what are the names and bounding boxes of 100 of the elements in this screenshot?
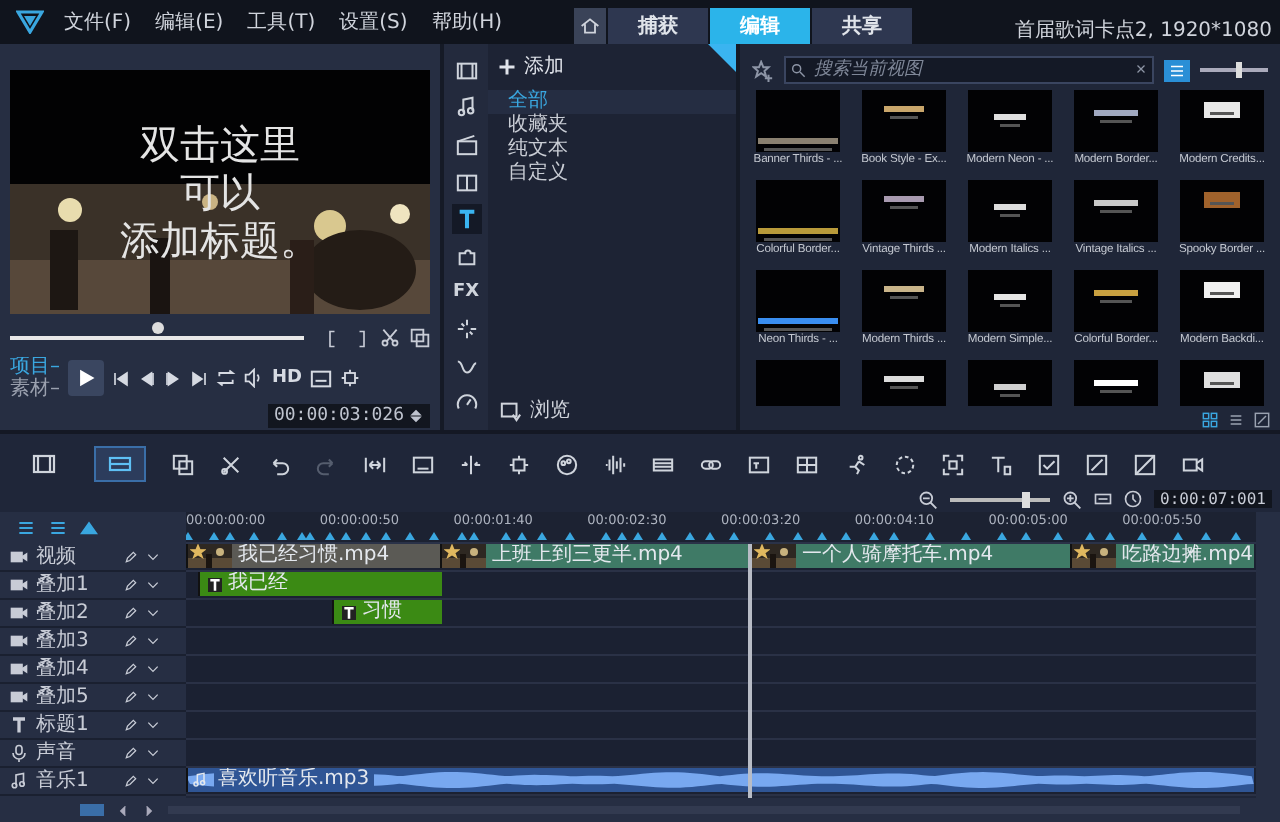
search-field[interactable]: 搜索当前视图 xyxy=(784,56,1154,84)
clip[interactable]: 我已经 xyxy=(197,572,442,596)
clip[interactable]: 上班上到三更半.mp4 xyxy=(439,544,752,568)
track-icon xyxy=(10,604,28,622)
track-manager-icon[interactable] xyxy=(16,518,36,538)
view-button[interactable] xyxy=(1226,410,1246,430)
library-tab[interactable] xyxy=(451,204,481,235)
clip[interactable]: 习惯 xyxy=(331,600,442,624)
resize-icon[interactable] xyxy=(310,367,333,389)
go-to-start-icon[interactable] xyxy=(112,369,130,387)
browse-button[interactable]: 浏览 xyxy=(488,396,736,430)
project-info: 首届歌词卡点2, 1920*1080 xyxy=(1014,17,1272,44)
timecode-field[interactable]: 00:00:03:026 xyxy=(267,404,430,428)
menu-item[interactable]: 设置(S) xyxy=(339,8,408,36)
caption-icon[interactable] xyxy=(412,453,435,475)
home-icon[interactable] xyxy=(580,16,601,36)
corner-icon[interactable] xyxy=(708,44,736,72)
fx-tab[interactable]: FX xyxy=(448,278,484,307)
title-icon xyxy=(455,208,477,231)
menu-item[interactable]: 工具(T) xyxy=(247,8,316,36)
grid-icon[interactable] xyxy=(796,453,819,475)
crop-icon[interactable] xyxy=(508,453,531,475)
tab[interactable]: 捕获 xyxy=(608,8,709,44)
go-to-end-icon[interactable] xyxy=(190,369,208,387)
camera-icon[interactable] xyxy=(1181,453,1204,475)
track-icon xyxy=(10,632,28,650)
fit-icon[interactable] xyxy=(364,453,387,475)
previous-frame-icon[interactable] xyxy=(138,369,156,387)
scroll-left-icon[interactable] xyxy=(116,803,130,817)
undo-icon[interactable] xyxy=(268,453,291,475)
zoom-in-icon[interactable] xyxy=(1062,489,1083,509)
track-button[interactable] xyxy=(80,804,104,816)
view-mode-button[interactable] xyxy=(94,446,147,482)
waveform-icon[interactable] xyxy=(604,453,627,475)
view-button[interactable] xyxy=(1252,410,1272,430)
sparkle-icon xyxy=(455,317,477,340)
scissors-icon[interactable] xyxy=(380,328,400,348)
mode-option[interactable]: 项目– xyxy=(10,356,60,378)
marker-icon[interactable] xyxy=(80,519,98,537)
menu-item[interactable]: 帮助(H) xyxy=(431,8,503,36)
search-icon xyxy=(790,62,806,78)
edit-icon xyxy=(1254,412,1270,428)
scrubber-handle[interactable] xyxy=(151,322,163,334)
media-icon xyxy=(455,59,477,82)
title-text[interactable]: 双击这里 xyxy=(140,122,300,166)
track-name: 叠加1 xyxy=(36,572,91,598)
library-tab[interactable] xyxy=(451,129,481,160)
scroll-right-icon[interactable] xyxy=(142,803,156,817)
menu-item[interactable]: 文件(F) xyxy=(64,8,132,36)
view-button[interactable] xyxy=(1200,410,1220,430)
mode-option[interactable]: 素材– xyxy=(10,378,60,400)
copy-icon[interactable] xyxy=(410,328,430,348)
category-item[interactable]: 全部 xyxy=(488,90,736,114)
track-name: 视频 xyxy=(36,544,78,570)
title-text[interactable]: 添加标题。 xyxy=(120,218,320,262)
tools-icon[interactable] xyxy=(220,453,243,475)
graphics-icon xyxy=(455,245,477,268)
palette-icon[interactable] xyxy=(556,453,579,475)
add-favorite-icon[interactable] xyxy=(752,59,774,81)
category-item[interactable]: 纯文本 xyxy=(488,138,736,162)
runner-icon[interactable] xyxy=(845,453,867,475)
edit-icon[interactable] xyxy=(1085,453,1108,475)
clock-icon[interactable] xyxy=(1124,490,1143,508)
image-icon[interactable] xyxy=(1133,453,1156,475)
tab[interactable]: 共享 xyxy=(812,8,913,44)
chapter-icon[interactable] xyxy=(48,518,68,538)
add-button[interactable]: 添加 xyxy=(488,52,574,80)
track-name: 音乐1 xyxy=(36,768,91,794)
split-icon[interactable] xyxy=(460,453,483,475)
playhead[interactable] xyxy=(747,544,752,798)
menu-item[interactable]: 编辑(E) xyxy=(155,8,224,36)
next-frame-icon[interactable] xyxy=(164,369,182,387)
copy-icon[interactable] xyxy=(172,453,195,475)
fit-icon[interactable] xyxy=(1094,490,1113,508)
clip[interactable]: 吃路边摊.mp4 xyxy=(1069,544,1254,568)
mask-icon[interactable] xyxy=(893,453,916,475)
checkbox-icon[interactable] xyxy=(1037,453,1060,475)
category-item[interactable]: 自定义 xyxy=(488,162,736,186)
title-icon[interactable] xyxy=(748,453,771,475)
track-icon xyxy=(10,772,28,790)
scrollbar[interactable] xyxy=(1256,512,1280,798)
repeat-icon[interactable] xyxy=(216,368,236,388)
hd-toggle[interactable]: HD xyxy=(272,368,303,388)
category-item[interactable]: 收藏夹 xyxy=(488,114,736,138)
slider-thumb[interactable] xyxy=(1235,62,1242,78)
motion-path-icon xyxy=(455,355,477,378)
clear-icon[interactable] xyxy=(1134,62,1148,76)
list-view-button[interactable] xyxy=(1164,59,1190,81)
track-icon xyxy=(10,660,28,678)
crop-icon[interactable] xyxy=(340,368,361,388)
zoom-out-icon[interactable] xyxy=(918,489,939,509)
play-button[interactable] xyxy=(68,360,104,396)
title-text[interactable]: 可以 xyxy=(180,170,260,214)
film-strip-icon[interactable] xyxy=(652,453,675,475)
slider-thumb[interactable] xyxy=(1021,491,1030,507)
clip[interactable]: 我已经习惯.mp4 xyxy=(186,544,442,568)
spinner-icon[interactable] xyxy=(408,408,424,424)
focus-icon[interactable] xyxy=(941,453,964,475)
volume-icon[interactable] xyxy=(244,368,264,388)
text-3d-icon[interactable] xyxy=(989,453,1012,475)
